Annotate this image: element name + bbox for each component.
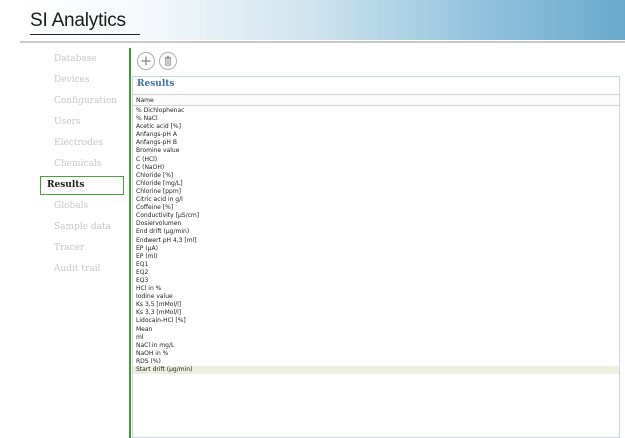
- result-row[interactable]: Citric acid in g/l: [133, 196, 619, 204]
- sidebar-nav: Database Devices Configuration Users Electro…: [40, 50, 124, 281]
- result-row[interactable]: Chloride [mg/L]: [133, 180, 619, 188]
- result-row[interactable]: NaOH in %: [133, 350, 619, 358]
- results-title: Results: [137, 79, 175, 89]
- sidebar-item-configuration[interactable]: Configuration: [40, 92, 124, 111]
- result-row[interactable]: C (NaOH): [133, 164, 619, 172]
- result-row[interactable]: EP (µA): [133, 245, 619, 253]
- sidebar-divider: [129, 48, 131, 438]
- result-row[interactable]: Bromine value: [133, 147, 619, 155]
- result-row[interactable]: Acetic acid [%]: [133, 123, 619, 131]
- sidebar-item-electrodes[interactable]: Electrodes: [40, 134, 124, 153]
- result-row[interactable]: Lidocain-HCl [%]: [133, 317, 619, 325]
- result-row[interactable]: EQ3: [133, 277, 619, 285]
- sidebar-item-chemicals[interactable]: Chemicals: [40, 155, 124, 174]
- result-row[interactable]: EQ2: [133, 269, 619, 277]
- sidebar-item-sample-data[interactable]: Sample data: [40, 218, 124, 237]
- result-row[interactable]: NaCl in mg/L: [133, 342, 619, 350]
- header-divider: [20, 41, 625, 43]
- result-row[interactable]: ml: [133, 334, 619, 342]
- result-row[interactable]: RDS (%): [133, 358, 619, 366]
- result-row[interactable]: Ks 3,3 [mMol/l]: [133, 309, 619, 317]
- add-button[interactable]: [137, 52, 155, 70]
- sidebar-item-devices[interactable]: Devices: [40, 71, 124, 90]
- sidebar-item-users[interactable]: Users: [40, 113, 124, 132]
- delete-button[interactable]: [159, 52, 177, 70]
- result-row[interactable]: Chloride [%]: [133, 172, 619, 180]
- result-row[interactable]: Iodine value: [133, 293, 619, 301]
- result-row[interactable]: End drift (µg/min): [133, 228, 619, 236]
- plus-circle-icon: [141, 56, 151, 66]
- sidebar-item-audit-trail[interactable]: Audit trail: [40, 260, 124, 279]
- result-row[interactable]: C (HCl): [133, 156, 619, 164]
- trash-icon: [165, 55, 171, 66]
- result-row[interactable]: Conductivity [µS/cm]: [133, 212, 619, 220]
- result-row[interactable]: Coffeine [%]: [133, 204, 619, 212]
- result-row[interactable]: Dosiervolumen: [133, 220, 619, 228]
- result-row[interactable]: EP (ml): [133, 253, 619, 261]
- name-column-header[interactable]: Name: [133, 94, 619, 106]
- result-row[interactable]: Mean: [133, 326, 619, 334]
- sidebar-item-globals[interactable]: Globals: [40, 197, 124, 216]
- app-logo: SI Analytics: [30, 10, 126, 31]
- result-row[interactable]: EQ1: [133, 261, 619, 269]
- result-row[interactable]: Ks 3,5 [mMol/l]: [133, 301, 619, 309]
- result-row[interactable]: Endwert pH 4,3 [ml]: [133, 237, 619, 245]
- results-list: % Dichlophenac% NaCl Acetic acid [%] Anfan…: [133, 107, 619, 375]
- header-banner: SI Analytics: [20, 0, 625, 40]
- result-row[interactable]: % Dichlophenac: [133, 107, 619, 115]
- logo-underline: [30, 34, 140, 35]
- sidebar-item-tracer[interactable]: Tracer: [40, 239, 124, 258]
- result-row[interactable]: % NaCl: [133, 115, 619, 123]
- sidebar-item-results[interactable]: Results: [40, 176, 124, 195]
- result-row[interactable]: Start drift (µg/min): [133, 366, 619, 375]
- sidebar-item-database[interactable]: Database: [40, 50, 124, 69]
- result-row[interactable]: Chlorine [ppm]: [133, 188, 619, 196]
- result-row[interactable]: HCl in %: [133, 285, 619, 293]
- result-row[interactable]: Anfangs-pH B: [133, 139, 619, 147]
- result-row[interactable]: Anfangs-pH A: [133, 131, 619, 139]
- results-panel: Results Name % Dichlophenac% NaCl Acetic …: [132, 76, 620, 438]
- app-frame: SI Analytics Database Devices Configuratio…: [0, 0, 625, 438]
